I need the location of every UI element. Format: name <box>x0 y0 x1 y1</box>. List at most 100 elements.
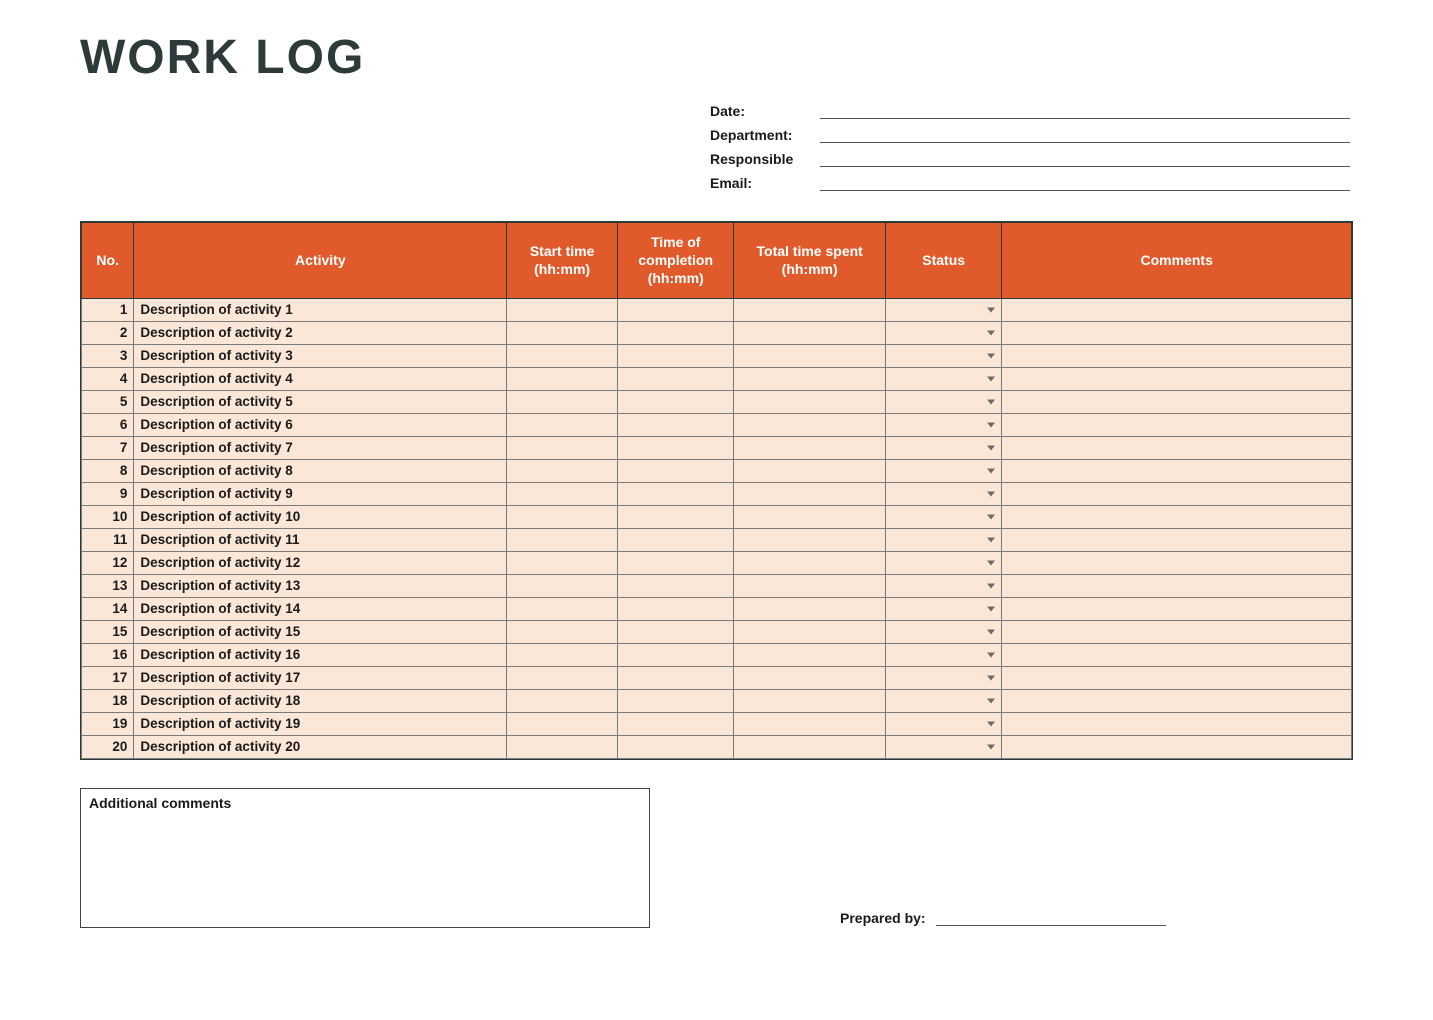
cell-start-time[interactable] <box>507 482 618 505</box>
cell-total-time[interactable] <box>734 620 885 643</box>
cell-status-dropdown[interactable] <box>885 436 1002 459</box>
cell-total-time[interactable] <box>734 298 885 321</box>
cell-status-dropdown[interactable] <box>885 574 1002 597</box>
cell-status-dropdown[interactable] <box>885 459 1002 482</box>
cell-total-time[interactable] <box>734 436 885 459</box>
additional-comments-box[interactable]: Additional comments <box>80 788 650 928</box>
cell-end-time[interactable] <box>617 551 734 574</box>
cell-status-dropdown[interactable] <box>885 482 1002 505</box>
cell-status-dropdown[interactable] <box>885 367 1002 390</box>
cell-total-time[interactable] <box>734 666 885 689</box>
cell-total-time[interactable] <box>734 390 885 413</box>
cell-start-time[interactable] <box>507 735 618 758</box>
cell-activity[interactable]: Description of activity 15 <box>134 620 507 643</box>
cell-start-time[interactable] <box>507 528 618 551</box>
cell-end-time[interactable] <box>617 413 734 436</box>
cell-start-time[interactable] <box>507 436 618 459</box>
cell-activity[interactable]: Description of activity 6 <box>134 413 507 436</box>
prepared-by-input[interactable] <box>936 908 1166 926</box>
cell-activity[interactable]: Description of activity 4 <box>134 367 507 390</box>
cell-start-time[interactable] <box>507 321 618 344</box>
cell-activity[interactable]: Description of activity 20 <box>134 735 507 758</box>
cell-start-time[interactable] <box>507 298 618 321</box>
cell-start-time[interactable] <box>507 689 618 712</box>
cell-status-dropdown[interactable] <box>885 597 1002 620</box>
cell-activity[interactable]: Description of activity 2 <box>134 321 507 344</box>
cell-total-time[interactable] <box>734 643 885 666</box>
cell-comments[interactable] <box>1002 505 1352 528</box>
cell-activity[interactable]: Description of activity 3 <box>134 344 507 367</box>
cell-activity[interactable]: Description of activity 10 <box>134 505 507 528</box>
cell-total-time[interactable] <box>734 551 885 574</box>
cell-total-time[interactable] <box>734 505 885 528</box>
cell-status-dropdown[interactable] <box>885 505 1002 528</box>
cell-comments[interactable] <box>1002 620 1352 643</box>
cell-activity[interactable]: Description of activity 8 <box>134 459 507 482</box>
cell-end-time[interactable] <box>617 712 734 735</box>
cell-comments[interactable] <box>1002 321 1352 344</box>
cell-end-time[interactable] <box>617 597 734 620</box>
cell-activity[interactable]: Description of activity 14 <box>134 597 507 620</box>
cell-comments[interactable] <box>1002 459 1352 482</box>
cell-total-time[interactable] <box>734 482 885 505</box>
cell-activity[interactable]: Description of activity 5 <box>134 390 507 413</box>
cell-end-time[interactable] <box>617 321 734 344</box>
cell-comments[interactable] <box>1002 735 1352 758</box>
cell-comments[interactable] <box>1002 597 1352 620</box>
cell-status-dropdown[interactable] <box>885 712 1002 735</box>
cell-end-time[interactable] <box>617 735 734 758</box>
cell-activity[interactable]: Description of activity 17 <box>134 666 507 689</box>
cell-activity[interactable]: Description of activity 12 <box>134 551 507 574</box>
cell-start-time[interactable] <box>507 390 618 413</box>
cell-total-time[interactable] <box>734 459 885 482</box>
cell-start-time[interactable] <box>507 643 618 666</box>
cell-total-time[interactable] <box>734 367 885 390</box>
cell-start-time[interactable] <box>507 344 618 367</box>
cell-comments[interactable] <box>1002 574 1352 597</box>
cell-activity[interactable]: Description of activity 9 <box>134 482 507 505</box>
cell-end-time[interactable] <box>617 574 734 597</box>
cell-activity[interactable]: Description of activity 16 <box>134 643 507 666</box>
cell-total-time[interactable] <box>734 712 885 735</box>
cell-activity[interactable]: Description of activity 13 <box>134 574 507 597</box>
cell-comments[interactable] <box>1002 367 1352 390</box>
cell-activity[interactable]: Description of activity 11 <box>134 528 507 551</box>
cell-total-time[interactable] <box>734 597 885 620</box>
cell-status-dropdown[interactable] <box>885 321 1002 344</box>
cell-total-time[interactable] <box>734 689 885 712</box>
cell-end-time[interactable] <box>617 666 734 689</box>
cell-status-dropdown[interactable] <box>885 528 1002 551</box>
cell-status-dropdown[interactable] <box>885 620 1002 643</box>
cell-start-time[interactable] <box>507 505 618 528</box>
date-input[interactable] <box>820 101 1350 119</box>
cell-status-dropdown[interactable] <box>885 298 1002 321</box>
cell-start-time[interactable] <box>507 597 618 620</box>
cell-status-dropdown[interactable] <box>885 735 1002 758</box>
cell-total-time[interactable] <box>734 528 885 551</box>
cell-status-dropdown[interactable] <box>885 689 1002 712</box>
cell-end-time[interactable] <box>617 689 734 712</box>
cell-start-time[interactable] <box>507 413 618 436</box>
cell-comments[interactable] <box>1002 436 1352 459</box>
cell-comments[interactable] <box>1002 413 1352 436</box>
cell-comments[interactable] <box>1002 643 1352 666</box>
cell-start-time[interactable] <box>507 712 618 735</box>
cell-status-dropdown[interactable] <box>885 344 1002 367</box>
cell-total-time[interactable] <box>734 321 885 344</box>
cell-activity[interactable]: Description of activity 7 <box>134 436 507 459</box>
cell-total-time[interactable] <box>734 413 885 436</box>
cell-start-time[interactable] <box>507 551 618 574</box>
cell-activity[interactable]: Description of activity 19 <box>134 712 507 735</box>
cell-end-time[interactable] <box>617 528 734 551</box>
cell-end-time[interactable] <box>617 298 734 321</box>
cell-total-time[interactable] <box>734 344 885 367</box>
cell-activity[interactable]: Description of activity 1 <box>134 298 507 321</box>
cell-comments[interactable] <box>1002 689 1352 712</box>
cell-end-time[interactable] <box>617 390 734 413</box>
cell-comments[interactable] <box>1002 666 1352 689</box>
cell-total-time[interactable] <box>734 574 885 597</box>
cell-end-time[interactable] <box>617 643 734 666</box>
cell-start-time[interactable] <box>507 574 618 597</box>
cell-comments[interactable] <box>1002 551 1352 574</box>
cell-total-time[interactable] <box>734 735 885 758</box>
